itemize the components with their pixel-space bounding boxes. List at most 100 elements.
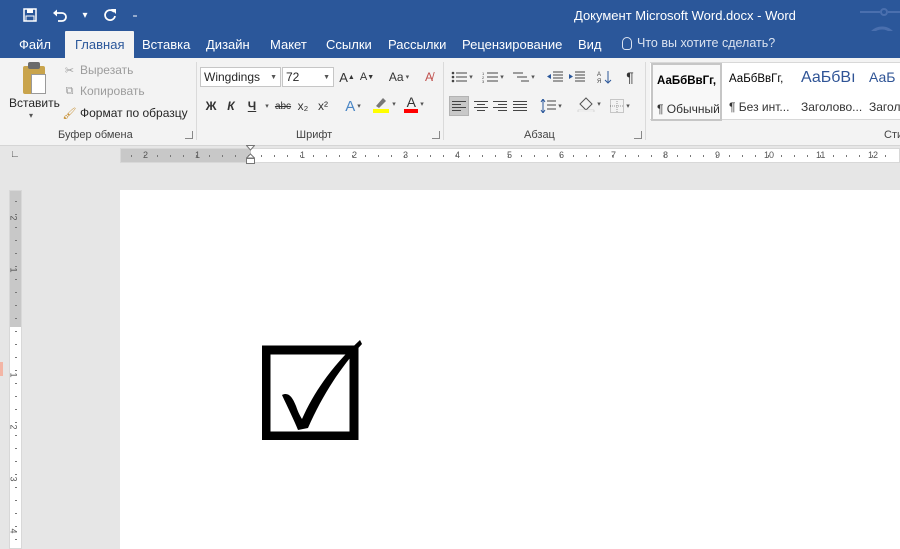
tab-references[interactable]: Ссылки (326, 36, 372, 58)
ruler-tick (625, 155, 626, 157)
format-painter-button[interactable]: 🖌 Формат по образцу (63, 106, 188, 120)
font-color-label: A (406, 94, 416, 110)
ruler-tick (638, 155, 639, 157)
tab-view[interactable]: Вид (578, 36, 602, 58)
copy-label: Копировать (80, 84, 145, 98)
underline-dropdown-icon[interactable]: ▾ (262, 96, 270, 116)
indent-marker-icon[interactable] (246, 145, 255, 165)
shading-button[interactable]: ▾ (575, 94, 603, 114)
ruler-tick (15, 539, 17, 540)
ruler-tick (547, 155, 548, 157)
save-icon[interactable] (20, 5, 40, 25)
borders-button[interactable]: ▾ (606, 96, 634, 116)
ruler-tick (755, 155, 756, 157)
style-name: ¶ Обычный (657, 102, 720, 116)
ruler-tick (820, 155, 821, 157)
ruler-tick (508, 155, 509, 157)
align-center-button[interactable] (471, 96, 491, 116)
horizontal-ruler[interactable]: 2 1 1 2 3 4 5 6 7 8 9 10 11 12 (120, 148, 900, 163)
font-family-value: Wingdings (204, 70, 261, 84)
justify-button[interactable] (510, 96, 530, 116)
ruler-tick (274, 155, 275, 157)
tab-review[interactable]: Рецензирование (462, 36, 562, 58)
style-no-spacing[interactable]: АаБбВвГг, ¶ Без инт... (725, 63, 796, 121)
clipboard-dialog-launcher[interactable] (185, 131, 193, 139)
undo-dropdown-icon[interactable]: ▾ (80, 5, 90, 25)
font-size-select[interactable]: 72 ▼ (282, 67, 334, 87)
change-case-label: Aa (388, 70, 404, 84)
tab-mailings[interactable]: Рассылки (388, 36, 446, 58)
document-page[interactable] (120, 190, 900, 549)
copy-button[interactable]: ⧉ Копировать (63, 84, 145, 98)
ruler-tick (15, 266, 17, 267)
tab-design[interactable]: Дизайн (206, 36, 250, 58)
ruler-tick (313, 155, 314, 157)
customize-qat-icon[interactable]: ₌ (130, 5, 140, 25)
ruler-tick (131, 155, 132, 157)
shrink-font-button[interactable]: A ▼ (359, 67, 375, 87)
account-icon[interactable] (860, 0, 900, 58)
undo-icon[interactable] (50, 5, 70, 25)
style-name: ¶ Без инт... (729, 100, 790, 114)
checkbox-checked-icon (262, 340, 362, 440)
ruler-tick (15, 305, 17, 306)
style-normal[interactable]: АаБбВвГг, ¶ Обычный (651, 63, 722, 121)
tab-insert[interactable]: Вставка (142, 36, 190, 58)
decrease-indent-icon[interactable] (546, 67, 564, 87)
subscript-button[interactable]: x₂ (295, 96, 311, 116)
ruler-tick (339, 155, 340, 157)
italic-button[interactable]: К (224, 96, 238, 116)
tab-layout[interactable]: Макет (270, 36, 307, 58)
align-right-button[interactable] (490, 96, 510, 116)
ruler-tick (15, 253, 17, 254)
bold-button[interactable]: Ж (204, 96, 218, 116)
text-effects-button[interactable]: A ▾ (342, 96, 364, 116)
ruler-tick (15, 513, 17, 514)
paste-icon[interactable] (20, 62, 48, 96)
multilevel-list-button[interactable]: ▾ (511, 67, 537, 87)
ruler-number: 2 (8, 424, 19, 430)
style-heading-1[interactable]: АаБбВı Заголово... (797, 63, 868, 121)
tab-home[interactable]: Главная (65, 31, 135, 58)
tab-file[interactable]: Файл (19, 36, 51, 58)
line-spacing-button[interactable]: ▾ (537, 96, 565, 116)
redo-icon[interactable] (100, 5, 120, 25)
paragraph-dialog-launcher[interactable] (634, 131, 642, 139)
paste-dropdown-icon[interactable]: ▾ (29, 111, 33, 120)
style-heading-2[interactable]: АаБ Заголо (865, 63, 900, 121)
bullets-button[interactable]: ▾ (449, 67, 475, 87)
ruler-tick (261, 155, 262, 157)
horizontal-ruler-row: ∟ 2 1 1 2 3 4 5 6 7 8 9 10 11 12 (0, 146, 900, 164)
grow-font-button[interactable]: A ▲ (339, 67, 355, 87)
clear-formatting-icon[interactable]: A̸ (421, 67, 437, 87)
numbered-list-icon: 123 (482, 71, 499, 83)
ruler-tick (365, 155, 366, 157)
styles-group-label: Сти (884, 129, 900, 141)
tell-me-search[interactable]: Что вы хотите сделать? (622, 36, 775, 50)
paste-button[interactable]: Вставить (9, 96, 60, 110)
highlight-color-button[interactable]: ▾ (372, 94, 396, 114)
ruler-tick (209, 155, 210, 157)
increase-indent-icon[interactable] (568, 67, 586, 87)
ruler-tick (794, 155, 795, 157)
font-color-button[interactable]: A ▾ (402, 94, 426, 114)
vertical-ruler[interactable]: 2 1 1 2 3 4 (9, 190, 22, 549)
ruler-tick (15, 396, 17, 397)
sort-icon[interactable]: AЯ (596, 67, 614, 87)
font-dialog-launcher[interactable] (432, 131, 440, 139)
tab-selector-icon[interactable]: ∟ (10, 150, 20, 160)
cut-button[interactable]: ✂ Вырезать (63, 63, 133, 77)
ruler-tick (15, 357, 17, 358)
superscript-button[interactable]: x² (315, 96, 331, 116)
ruler-number: 1 (8, 267, 19, 273)
align-left-button[interactable] (449, 96, 469, 116)
strikethrough-button[interactable]: abc (273, 96, 293, 116)
change-case-button[interactable]: Aa ▾ (386, 67, 412, 87)
align-right-icon (493, 100, 507, 111)
show-formatting-marks-button[interactable]: ¶ (622, 67, 638, 87)
ruler-number: 3 (8, 476, 19, 482)
numbering-button[interactable]: 1 2 3 ▾ (480, 67, 506, 87)
font-family-select[interactable]: Wingdings ▼ (200, 67, 281, 87)
underline-button[interactable]: Ч (245, 96, 259, 116)
ruler-tick (15, 422, 17, 423)
